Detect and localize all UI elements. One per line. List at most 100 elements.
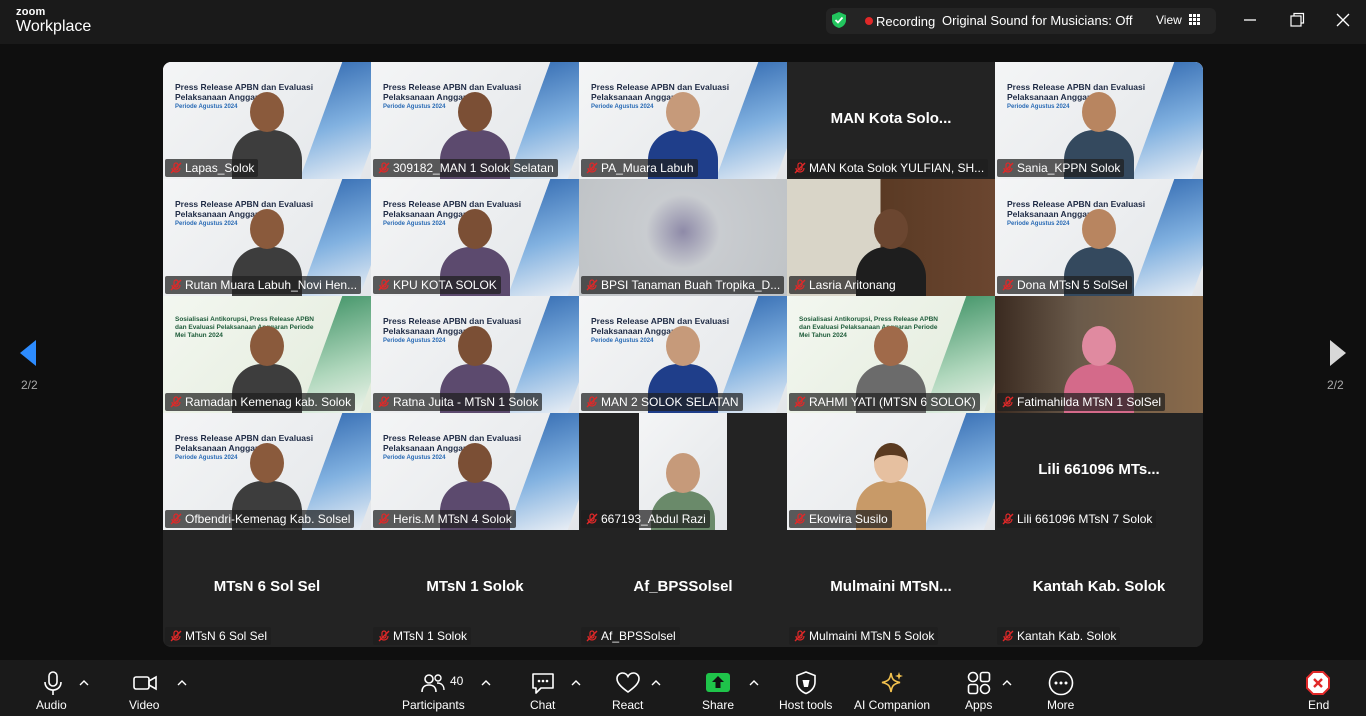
share-button[interactable]: Share bbox=[700, 660, 736, 716]
original-sound-status[interactable]: Original Sound for Musicians: Off bbox=[942, 13, 1133, 28]
participants-options-chevron-icon[interactable] bbox=[481, 680, 491, 686]
participant-display-name: Lili 661096 MTs... bbox=[1038, 461, 1160, 478]
previous-page-icon[interactable] bbox=[19, 339, 37, 367]
react-button[interactable]: React bbox=[610, 660, 646, 716]
share-options-chevron-icon[interactable] bbox=[749, 680, 759, 686]
participant-name-label: Ratna Juita - MTsN 1 Solok bbox=[393, 395, 539, 409]
participant-name-tag: BPSI Tanaman Buah Tropika_D... bbox=[581, 276, 785, 294]
restore-icon[interactable] bbox=[1287, 10, 1307, 30]
participant-tile[interactable]: Press Release APBN dan Evaluasi Pelaksan… bbox=[579, 296, 787, 413]
chat-options-chevron-icon[interactable] bbox=[571, 680, 581, 686]
participant-name-label: Mulmaini MTsN 5 Solok bbox=[809, 629, 935, 643]
more-button[interactable]: More bbox=[1044, 660, 1080, 716]
muted-microphone-icon bbox=[378, 513, 390, 525]
react-label: React bbox=[612, 698, 644, 712]
participant-head bbox=[250, 209, 284, 249]
participant-tile[interactable]: Mulmaini MTsN... Mulmaini MTsN 5 Solok bbox=[787, 530, 995, 647]
minimize-icon[interactable] bbox=[1240, 10, 1260, 30]
participant-tile[interactable]: Press Release APBN dan Evaluasi Pelaksan… bbox=[995, 62, 1203, 179]
slide-period: Periode Agustus 2024 bbox=[591, 104, 654, 110]
participant-name-label: Rutan Muara Labuh_Novi Hen... bbox=[185, 278, 358, 292]
participant-name-label: Af_BPSSolsel bbox=[601, 629, 676, 643]
more-label: More bbox=[1047, 698, 1075, 712]
video-options-chevron-icon[interactable] bbox=[177, 680, 187, 686]
shield-icon[interactable] bbox=[831, 11, 847, 29]
heart-icon bbox=[616, 672, 640, 693]
audio-options-chevron-icon[interactable] bbox=[79, 680, 89, 686]
participant-name-label: MAN Kota Solok YULFIAN, SH... bbox=[809, 161, 985, 175]
view-button[interactable]: View bbox=[1156, 13, 1182, 27]
next-page-icon[interactable] bbox=[1329, 339, 1347, 367]
participant-head bbox=[458, 92, 492, 132]
participant-tile[interactable]: Press Release APBN dan Evaluasi Pelaksan… bbox=[371, 62, 579, 179]
participant-tile[interactable]: MAN Kota Solo... MAN Kota Solok YULFIAN, … bbox=[787, 62, 995, 179]
participant-tile[interactable]: Press Release APBN dan Evaluasi Pelaksan… bbox=[371, 296, 579, 413]
participant-tile[interactable]: Press Release APBN dan Evaluasi Pelaksan… bbox=[371, 413, 579, 530]
slide-decoration bbox=[715, 62, 787, 179]
host-tools-button[interactable]: Host tools bbox=[776, 660, 836, 716]
react-options-chevron-icon[interactable] bbox=[651, 680, 661, 686]
muted-microphone-icon bbox=[794, 396, 806, 408]
participant-tile[interactable]: 667193_Abdul Razi bbox=[579, 413, 787, 530]
participant-tile[interactable]: Lasria Aritonang bbox=[787, 179, 995, 296]
participant-tile[interactable]: BPSI Tanaman Buah Tropika_D... bbox=[579, 179, 787, 296]
slide-period: Periode Agustus 2024 bbox=[175, 104, 238, 110]
audio-button[interactable]: Audio bbox=[30, 660, 76, 716]
participant-tile[interactable]: Press Release APBN dan Evaluasi Pelaksan… bbox=[163, 413, 371, 530]
close-icon[interactable] bbox=[1333, 10, 1353, 30]
participant-tile[interactable]: Press Release APBN dan Evaluasi Pelaksan… bbox=[371, 179, 579, 296]
participant-name-tag: MTsN 6 Sol Sel bbox=[165, 627, 272, 645]
muted-microphone-icon bbox=[378, 162, 390, 174]
participant-tile[interactable]: Sosialisasi Antikorupsi, Press Release A… bbox=[163, 296, 371, 413]
chat-button[interactable]: Chat bbox=[526, 660, 560, 716]
participant-name-tag: Ofbendri-Kemenag Kab. Solsel bbox=[165, 510, 355, 528]
slide-decoration bbox=[507, 179, 579, 296]
participant-tile[interactable]: Press Release APBN dan Evaluasi Pelaksan… bbox=[163, 179, 371, 296]
participant-tile[interactable]: Ekowira Susilo bbox=[787, 413, 995, 530]
ai-companion-button[interactable]: AI Companion bbox=[852, 660, 932, 716]
participant-name-tag: 309182_MAN 1 Solok Selatan bbox=[373, 159, 558, 177]
apps-button[interactable]: Apps bbox=[962, 660, 996, 716]
slide-decoration bbox=[1131, 179, 1203, 296]
participant-tile[interactable]: Press Release APBN dan Evaluasi Pelaksan… bbox=[579, 62, 787, 179]
video-button[interactable]: Video bbox=[124, 660, 170, 716]
muted-microphone-icon bbox=[794, 513, 806, 525]
muted-microphone-icon bbox=[170, 396, 182, 408]
recording-dot-icon bbox=[865, 17, 873, 25]
muted-microphone-icon bbox=[586, 396, 598, 408]
brand-line-2: Workplace bbox=[16, 18, 92, 35]
participant-tile[interactable]: Kantah Kab. Solok Kantah Kab. Solok bbox=[995, 530, 1203, 647]
ai-companion-label: AI Companion bbox=[854, 698, 931, 712]
participant-head bbox=[1082, 326, 1116, 366]
participant-tile[interactable]: Press Release APBN dan Evaluasi Pelaksan… bbox=[995, 179, 1203, 296]
participant-name-tag: Ekowira Susilo bbox=[789, 510, 892, 528]
apps-options-chevron-icon[interactable] bbox=[1002, 680, 1012, 686]
recording-label[interactable]: Recording bbox=[876, 14, 935, 29]
participant-name-tag: KPU KOTA SOLOK bbox=[373, 276, 501, 294]
participant-head bbox=[874, 326, 908, 366]
participant-name-label: MAN 2 SOLOK SELATAN bbox=[601, 395, 739, 409]
page-indicator-right: 2/2 bbox=[1327, 378, 1344, 392]
slide-period: Periode Agustus 2024 bbox=[383, 104, 446, 110]
slide-period: Periode Agustus 2024 bbox=[175, 455, 238, 461]
participant-name-tag: RAHMI YATI (MTSN 6 SOLOK) bbox=[789, 393, 980, 411]
participant-tile[interactable]: Af_BPSSolsel Af_BPSSolsel bbox=[579, 530, 787, 647]
end-meeting-button[interactable]: End bbox=[1302, 660, 1334, 716]
participant-tile[interactable]: MTsN 1 Solok MTsN 1 Solok bbox=[371, 530, 579, 647]
participant-head bbox=[1082, 92, 1116, 132]
host-shield-icon bbox=[796, 671, 816, 695]
participant-tile[interactable]: Fatimahilda MTsN 1 SolSel bbox=[995, 296, 1203, 413]
participant-head bbox=[250, 443, 284, 483]
participant-head bbox=[250, 92, 284, 132]
audio-label: Audio bbox=[36, 698, 67, 712]
participant-name-tag: MTsN 1 Solok bbox=[373, 627, 472, 645]
participant-tile[interactable]: Sosialisasi Antikorupsi, Press Release A… bbox=[787, 296, 995, 413]
muted-microphone-icon bbox=[586, 279, 598, 291]
participants-button[interactable]: Participants bbox=[400, 660, 470, 716]
camera-icon bbox=[133, 675, 157, 691]
participant-tile[interactable]: Press Release APBN dan Evaluasi Pelaksan… bbox=[163, 62, 371, 179]
apps-label: Apps bbox=[965, 698, 993, 712]
participant-tile[interactable]: Lili 661096 MTs... Lili 661096 MTsN 7 Sol… bbox=[995, 413, 1203, 530]
muted-microphone-icon bbox=[170, 162, 182, 174]
participant-tile[interactable]: MTsN 6 Sol Sel MTsN 6 Sol Sel bbox=[163, 530, 371, 647]
